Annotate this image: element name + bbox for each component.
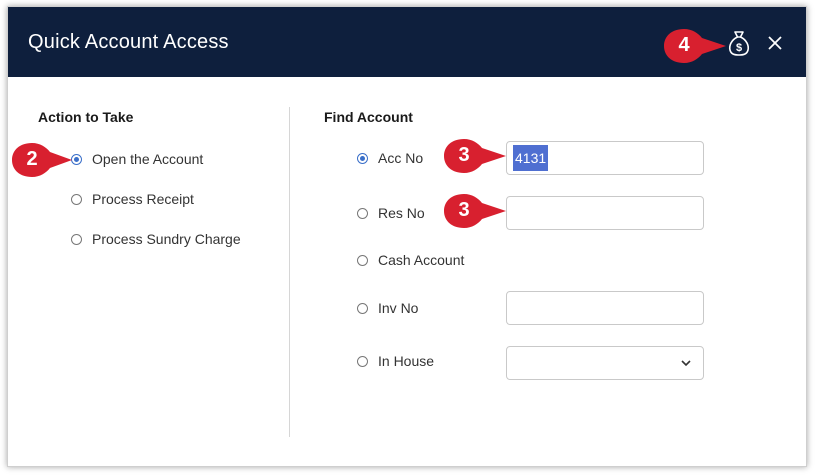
callout-number: 3	[458, 144, 470, 166]
radio-button[interactable]	[71, 193, 82, 205]
quick-account-access-dialog: Quick Account Access $ Action to Take Op…	[7, 6, 807, 467]
money-bag-icon[interactable]: $	[726, 29, 752, 57]
radio-button[interactable]	[357, 152, 368, 164]
radio-process-sundry-charge[interactable]: Process Sundry Charge	[71, 231, 241, 247]
callout-4: 4	[660, 26, 728, 71]
chevron-down-icon	[679, 356, 693, 370]
acc-no-input[interactable]: 4131	[506, 141, 704, 175]
radio-process-receipt[interactable]: Process Receipt	[71, 191, 194, 207]
radio-label: Cash Account	[378, 252, 465, 268]
radio-inv-no[interactable]: Inv No	[357, 300, 418, 316]
callout-3-res-no: 3	[440, 191, 508, 236]
radio-label: Inv No	[378, 300, 419, 316]
radio-acc-no[interactable]: Acc No	[357, 150, 423, 166]
acc-no-value: 4131	[513, 145, 549, 171]
radio-button[interactable]	[357, 355, 368, 367]
radio-res-no[interactable]: Res No	[357, 205, 425, 221]
radio-label: In House	[378, 353, 435, 369]
callout-number: 3	[458, 199, 470, 221]
radio-button[interactable]	[357, 302, 368, 314]
radio-label: Open the Account	[92, 151, 204, 167]
callout-number: 4	[678, 34, 690, 56]
callout-3-acc-no: 3	[440, 136, 508, 181]
radio-button[interactable]	[357, 254, 368, 266]
radio-label: Process Sundry Charge	[92, 231, 241, 247]
radio-button[interactable]	[357, 207, 368, 219]
inv-no-input[interactable]	[506, 291, 704, 325]
callout-2: 2	[8, 140, 74, 185]
radio-label: Process Receipt	[92, 191, 194, 207]
radio-label: Res No	[378, 205, 425, 221]
radio-in-house[interactable]: In House	[357, 353, 434, 369]
close-icon[interactable]	[763, 31, 787, 55]
svg-text:$: $	[736, 42, 742, 54]
column-divider	[289, 107, 290, 437]
radio-open-account[interactable]: Open the Account	[71, 151, 203, 167]
radio-cash-account[interactable]: Cash Account	[357, 252, 464, 268]
dialog-title: Quick Account Access	[28, 31, 229, 53]
res-no-input[interactable]	[506, 196, 704, 230]
find-heading: Find Account	[324, 109, 413, 125]
radio-label: Acc No	[378, 150, 424, 166]
in-house-select[interactable]	[506, 346, 704, 380]
radio-button[interactable]	[71, 233, 82, 245]
callout-number: 2	[26, 148, 38, 170]
action-heading: Action to Take	[38, 109, 134, 125]
